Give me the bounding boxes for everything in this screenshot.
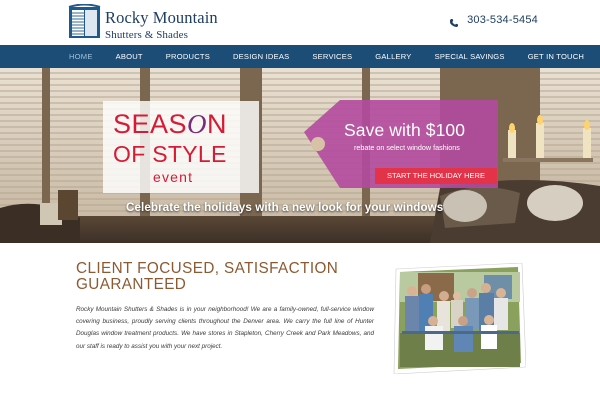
- nav-item-design-ideas[interactable]: DESIGN IDEAS: [233, 52, 289, 61]
- nav-item-products[interactable]: PRODUCTS: [166, 52, 210, 61]
- main-nav: HOME ABOUT PRODUCTS DESIGN IDEAS SERVICE…: [0, 45, 600, 68]
- nav-item-gallery[interactable]: GALLERY: [375, 52, 411, 61]
- season-text-part2: N: [207, 109, 228, 139]
- section-title: CLIENT FOCUSED, SATISFACTION GUARANTEED: [76, 260, 339, 293]
- season-of-style-panel: SEASON OF STYLE event: [103, 101, 259, 193]
- intro-paragraph: Rocky Mountain Shutters & Shades is in y…: [76, 306, 374, 350]
- hero-caption: Celebrate the holidays with a new look f…: [126, 201, 444, 214]
- site-header: Rocky Mountain Shutters & Shades 303-534…: [0, 0, 600, 45]
- window-shutter-icon: [68, 3, 101, 39]
- logo[interactable]: Rocky Mountain Shutters & Shades: [68, 3, 218, 41]
- of-style-text: OF STYLE: [113, 141, 227, 167]
- nav-item-services[interactable]: SERVICES: [312, 52, 352, 61]
- brand-name: Rocky Mountain Shutters & Shades: [105, 4, 218, 41]
- event-text: event: [153, 169, 194, 185]
- phone-contact[interactable]: 303-534-5454: [449, 14, 538, 27]
- brand-line1: Rocky Mountain: [105, 8, 218, 27]
- season-text-part1: SEAS: [113, 109, 188, 139]
- phone-icon: [449, 15, 459, 27]
- phone-number: 303-534-5454: [467, 14, 538, 26]
- season-headline: SEASON: [113, 109, 227, 140]
- nav-item-home[interactable]: HOME: [69, 52, 93, 61]
- nav-item-get-in-touch[interactable]: GET IN TOUCH: [528, 52, 584, 61]
- family-team-photo: [392, 262, 527, 375]
- brand-line2: Shutters & Shades: [105, 28, 188, 41]
- nav-item-special-savings[interactable]: SPECIAL SAVINGS: [435, 52, 505, 61]
- hero-background-image: [0, 68, 600, 243]
- hero-banner[interactable]: SEASON OF STYLE event Save with $100 reb…: [0, 68, 600, 243]
- rebate-subtitle: rebate on select window fashions: [354, 143, 460, 152]
- start-holiday-button[interactable]: START THE HOLIDAY HERE: [375, 168, 497, 184]
- rebate-title: Save with $100: [344, 120, 466, 140]
- nav-item-about[interactable]: ABOUT: [116, 52, 143, 61]
- season-text-o: O: [187, 109, 208, 139]
